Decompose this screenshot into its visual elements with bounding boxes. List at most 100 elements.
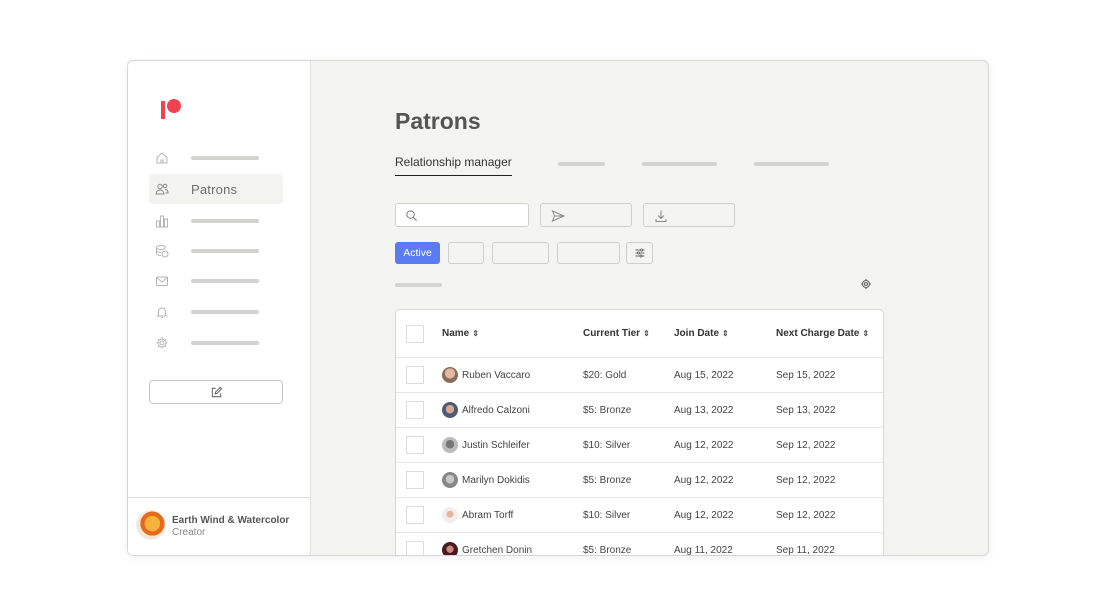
filter-chip[interactable] [448,242,484,264]
table-row[interactable]: Justin Schleifer $10: Silver Aug 12, 202… [396,428,883,463]
column-header-next-charge[interactable]: Next Charge Date ⇕ [776,328,869,339]
table-row[interactable]: Gretchen Donin $5: Bronze Aug 11, 2022 S… [396,533,883,556]
row-checkbox[interactable] [406,401,424,419]
search-input[interactable] [395,203,529,227]
bar-chart-icon [155,214,169,228]
logo-dot [167,99,181,113]
patron-name[interactable]: Gretchen Donin [462,545,532,555]
patron-avatar [442,542,458,555]
patron-tier: $5: Bronze [583,545,632,556]
patron-next-charge: Sep 11, 2022 [776,545,835,556]
patron-tier: $20: Gold [583,370,627,381]
nav-label-placeholder [191,310,259,314]
row-checkbox[interactable] [406,471,424,489]
column-header-join-date[interactable]: Join Date ⇕ [674,328,729,339]
table-settings-gear-icon[interactable] [860,278,872,290]
sliders-icon [635,248,645,258]
filter-active[interactable]: Active [395,242,440,264]
logo-bar [161,101,165,119]
nav-label-placeholder [191,249,259,253]
patron-join-date: Aug 12, 2022 [674,475,734,486]
patron-name[interactable]: Abram Torff [462,510,513,521]
sort-icon: ⇕ [862,329,870,338]
gear-icon [155,336,169,350]
filter-chip[interactable] [492,242,549,264]
patron-next-charge: Sep 15, 2022 [776,370,836,381]
patron-name[interactable]: Alfredo Calzoni [462,405,530,416]
nav-label-placeholder [191,156,259,160]
patron-join-date: Aug 11, 2022 [674,545,733,556]
tab-placeholder[interactable] [642,162,717,166]
results-count-placeholder [395,283,442,287]
table-row[interactable]: Abram Torff $10: Silver Aug 12, 2022 Sep… [396,498,883,533]
select-all-checkbox[interactable] [406,325,424,343]
tab-relationship-manager[interactable]: Relationship manager [395,155,512,176]
filter-chip[interactable] [557,242,620,264]
people-icon [155,182,169,196]
page-title: Patrons [395,108,481,134]
table-row[interactable]: Alfredo Calzoni $5: Bronze Aug 13, 2022 … [396,393,883,428]
patron-name[interactable]: Marilyn Dokidis [462,475,530,486]
adjust-filters-button[interactable] [626,242,653,264]
coins-icon [155,244,169,258]
column-header-tier[interactable]: Current Tier ⇕ [583,328,650,339]
patron-avatar [442,367,458,383]
patron-tier: $5: Bronze [583,475,632,486]
sidebar-item-insights[interactable] [149,206,283,236]
patron-avatar [442,437,458,453]
sidebar-item-home[interactable] [149,143,283,173]
compose-button[interactable] [149,380,283,404]
sidebar-item-patrons[interactable]: Patrons [149,174,283,204]
main-content: Patrons Relationship manager Active Name… [312,61,988,555]
sidebar-item-payouts[interactable] [149,236,283,266]
patron-name[interactable]: Ruben Vaccaro [462,370,530,381]
sort-icon: ⇕ [722,329,729,338]
patreon-logo[interactable] [161,99,183,121]
creator-name: Earth Wind & Watercolor [172,515,290,526]
patron-tier: $10: Silver [583,510,631,521]
patron-join-date: Aug 13, 2022 [674,405,734,416]
patron-avatar [442,507,458,523]
patron-join-date: Aug 12, 2022 [674,440,734,451]
sidebar-item-notifications[interactable] [149,297,283,327]
tab-placeholder[interactable] [558,162,605,166]
patron-avatar [442,402,458,418]
nav-label-placeholder [191,279,259,283]
send-message-button[interactable] [540,203,632,227]
patron-next-charge: Sep 13, 2022 [776,405,836,416]
sidebar-item-settings[interactable] [149,328,283,358]
send-icon [551,210,565,222]
patron-tier: $5: Bronze [583,405,632,416]
creator-avatar [136,510,166,540]
home-icon [155,151,169,165]
sidebar: Patrons Earth Wind & Watercolor Creator [128,61,311,555]
table-row[interactable]: Marilyn Dokidis $5: Bronze Aug 12, 2022 … [396,463,883,498]
patron-tier: $10: Silver [583,440,631,451]
creator-role: Creator [172,527,206,538]
download-icon [655,210,667,222]
download-button[interactable] [643,203,735,227]
sort-icon: ⇕ [643,329,650,338]
patrons-table: Name ⇕ Current Tier ⇕ Join Date ⇕ Next Char… [395,309,884,556]
nav-label-placeholder [191,341,259,345]
row-checkbox[interactable] [406,436,424,454]
tab-placeholder[interactable] [754,162,829,166]
patron-next-charge: Sep 12, 2022 [776,440,836,451]
row-checkbox[interactable] [406,506,424,524]
creator-profile[interactable]: Earth Wind & Watercolor Creator [128,497,310,555]
table-header: Name ⇕ Current Tier ⇕ Join Date ⇕ Next Char… [396,310,883,358]
mail-icon [155,274,169,288]
patron-name[interactable]: Justin Schleifer [462,440,530,451]
patron-next-charge: Sep 12, 2022 [776,475,836,486]
patron-join-date: Aug 12, 2022 [674,510,734,521]
column-header-name[interactable]: Name ⇕ [442,328,479,339]
table-row[interactable]: Ruben Vaccaro $20: Gold Aug 15, 2022 Sep… [396,358,883,393]
sort-icon: ⇕ [472,329,479,338]
edit-icon [211,386,222,397]
app-window: Patrons Earth Wind & Watercolor Creator … [127,60,989,556]
row-checkbox[interactable] [406,541,424,555]
patron-next-charge: Sep 12, 2022 [776,510,836,521]
sidebar-item-messages[interactable] [149,266,283,296]
row-checkbox[interactable] [406,366,424,384]
sidebar-item-label: Patrons [191,182,238,197]
